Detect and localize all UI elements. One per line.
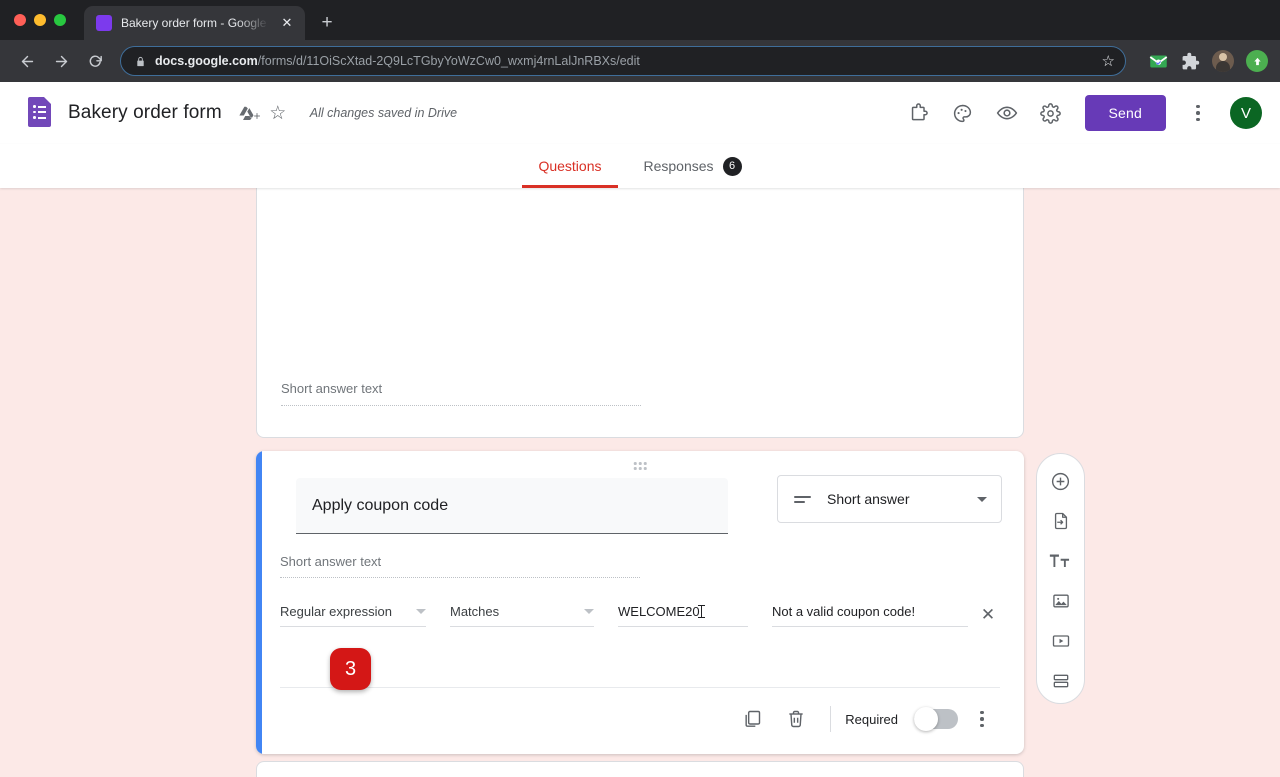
minimize-window-button[interactable] xyxy=(34,14,46,26)
url-path: /forms/d/11OiScXtad-2Q9LcTGbyYoWzCw0_wxm… xyxy=(258,54,640,68)
text-cursor-icon xyxy=(701,605,702,618)
chevron-down-icon xyxy=(584,609,594,614)
browser-omnibar: docs.google.com/forms/d/11OiScXtad-2Q9Lc… xyxy=(0,40,1280,82)
validation-rule-type-select[interactable]: Regular expression xyxy=(280,604,426,627)
back-arrow-icon[interactable] xyxy=(12,46,42,76)
duplicate-icon[interactable] xyxy=(732,699,772,739)
tab-responses[interactable]: Responses 6 xyxy=(628,144,758,188)
required-toggle[interactable] xyxy=(914,709,958,729)
google-forms-favicon xyxy=(96,15,112,31)
responses-count-badge: 6 xyxy=(723,157,742,176)
question-type-select[interactable]: Short answer xyxy=(777,475,1002,523)
reload-icon[interactable] xyxy=(80,46,110,76)
more-options-icon[interactable] xyxy=(1178,93,1218,133)
footer-divider-line xyxy=(830,706,831,732)
question-type-label: Short answer xyxy=(827,491,909,507)
short-answer-icon xyxy=(794,496,811,503)
answer-placeholder-text: Short answer text xyxy=(280,554,640,569)
forms-app-header: Bakery order form ☆ All changes saved in… xyxy=(0,82,1280,144)
question-card-footer: Required xyxy=(732,699,1002,739)
close-tab-button[interactable]: ✕ xyxy=(278,14,296,32)
question-card-previous[interactable]: Short answer text xyxy=(256,188,1024,438)
preview-eye-icon[interactable] xyxy=(987,93,1027,133)
mail-extension-icon[interactable] xyxy=(1148,51,1168,71)
tab-questions-label: Questions xyxy=(538,158,601,174)
save-status-text: All changes saved in Drive xyxy=(310,106,457,120)
footer-divider xyxy=(280,687,1000,688)
window-traffic-lights xyxy=(14,14,66,26)
validation-pattern-value: WELCOME20 xyxy=(618,604,700,619)
remove-validation-button[interactable]: ✕ xyxy=(976,603,1000,627)
add-image-icon[interactable] xyxy=(1041,585,1081,617)
add-video-icon[interactable] xyxy=(1041,625,1081,657)
close-window-button[interactable] xyxy=(14,14,26,26)
bookmark-star-icon[interactable]: ☆ xyxy=(1096,52,1115,70)
browser-extensions xyxy=(1136,50,1268,72)
theme-palette-icon[interactable] xyxy=(943,93,983,133)
validation-condition-label: Matches xyxy=(450,604,499,619)
validation-row: Regular expression Matches WELCOME20 Not… xyxy=(280,603,1000,627)
tab-responses-label: Responses xyxy=(644,158,714,174)
answer-underline xyxy=(281,405,641,406)
new-tab-button[interactable]: + xyxy=(313,9,341,37)
answer-preview: Short answer text xyxy=(280,554,640,578)
annotation-step-badge: 3 xyxy=(330,648,371,690)
form-canvas: Short answer text Apply coupon code Shor… xyxy=(0,188,1280,777)
validation-error-message-input[interactable]: Not a valid coupon code! xyxy=(772,604,968,627)
url-domain: docs.google.com xyxy=(155,54,258,68)
answer-underline xyxy=(280,577,640,578)
toggle-knob xyxy=(914,707,938,731)
drag-handle-dots-icon[interactable] xyxy=(634,462,647,470)
answer-placeholder-text: Short answer text xyxy=(281,381,641,396)
settings-gear-icon[interactable] xyxy=(1031,93,1071,133)
validation-condition-select[interactable]: Matches xyxy=(450,604,594,627)
tabstrip: Bakery order form - Google Forms ✕ + xyxy=(84,0,341,40)
star-form-icon[interactable]: ☆ xyxy=(264,99,292,127)
send-button[interactable]: Send xyxy=(1085,95,1167,131)
section-card[interactable]: Contact & delivery details Description (… xyxy=(256,761,1024,777)
selected-card-accent-bar xyxy=(256,451,262,754)
google-forms-logo xyxy=(28,97,54,129)
import-questions-icon[interactable] xyxy=(1041,505,1081,537)
tab-questions[interactable]: Questions xyxy=(522,144,617,188)
add-section-icon[interactable] xyxy=(1041,665,1081,697)
chrome-profile-avatar[interactable] xyxy=(1212,50,1234,72)
lock-icon xyxy=(135,55,146,68)
question-more-options-icon[interactable] xyxy=(962,699,1002,739)
addons-icon[interactable] xyxy=(899,93,939,133)
puzzle-extension-icon[interactable] xyxy=(1180,51,1200,71)
forms-header-actions: Send V xyxy=(899,93,1263,133)
question-card-coupon[interactable]: Apply coupon code Short answer Short ans… xyxy=(256,451,1024,754)
question-title-input[interactable]: Apply coupon code xyxy=(296,478,728,534)
validation-rule-type-label: Regular expression xyxy=(280,604,392,619)
update-icon[interactable] xyxy=(1246,50,1268,72)
add-item-toolbar xyxy=(1036,453,1085,704)
add-title-text-icon xyxy=(1041,545,1081,577)
validation-pattern-input[interactable]: WELCOME20 xyxy=(618,604,748,627)
chevron-down-icon xyxy=(977,497,987,502)
add-question-plus-circle-icon[interactable] xyxy=(1041,465,1081,497)
account-avatar[interactable]: V xyxy=(1230,97,1262,129)
required-label: Required xyxy=(845,712,898,727)
address-bar[interactable]: docs.google.com/forms/d/11OiScXtad-2Q9Lc… xyxy=(120,46,1126,76)
form-title[interactable]: Bakery order form xyxy=(68,102,222,124)
forms-tabs: Questions Responses 6 xyxy=(0,144,1280,188)
browser-tab[interactable]: Bakery order form - Google Forms ✕ xyxy=(84,6,305,40)
chevron-down-icon xyxy=(416,609,426,614)
maximize-window-button[interactable] xyxy=(54,14,66,26)
address-bar-url: docs.google.com/forms/d/11OiScXtad-2Q9Lc… xyxy=(155,54,1087,68)
browser-tab-bar: Bakery order form - Google Forms ✕ + xyxy=(0,0,1280,40)
drive-move-icon[interactable] xyxy=(236,99,264,127)
browser-tab-title: Bakery order form - Google Forms xyxy=(121,16,269,30)
delete-trash-icon[interactable] xyxy=(776,699,816,739)
forward-arrow-icon[interactable] xyxy=(46,46,76,76)
